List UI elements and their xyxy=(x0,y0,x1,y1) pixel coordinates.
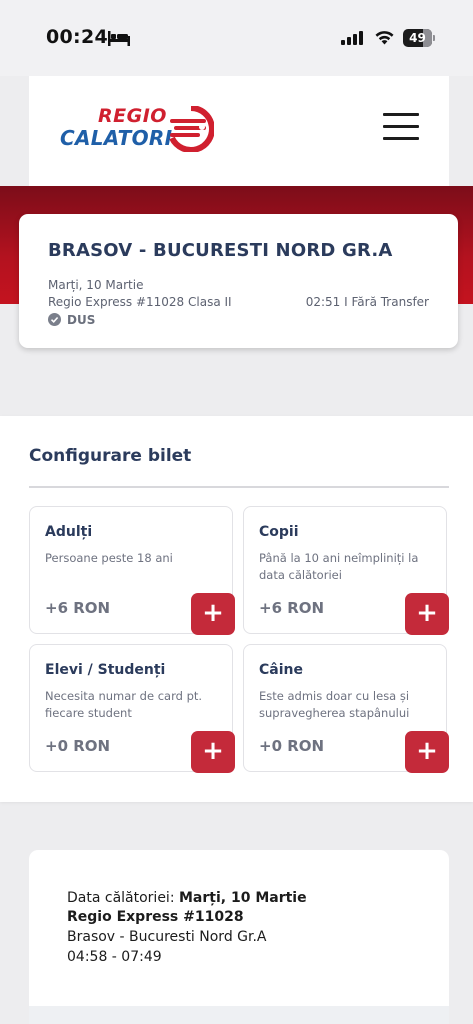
passenger-price: +0 RON xyxy=(259,737,325,755)
passenger-card-students: Elevi / Studenți Necesita numar de card … xyxy=(29,644,235,773)
trip-summary-card: Data călătoriei: Marți, 10 Martie Regio … xyxy=(29,850,449,1024)
logo-text-top: REGIO xyxy=(98,105,167,127)
battery-level: 49 xyxy=(409,31,426,45)
passenger-type-desc: Până la 10 ani neîmpliniți la data călăt… xyxy=(259,551,419,582)
hamburger-menu-button[interactable] xyxy=(383,113,419,141)
summary-train: Regio Express #11028 xyxy=(67,909,244,925)
route-date: Marți, 10 Martie xyxy=(48,278,144,292)
passenger-type-desc: Persoane peste 18 ani xyxy=(45,551,173,565)
passenger-type-title: Elevi / Studenți xyxy=(45,662,166,678)
add-adult-button[interactable]: + xyxy=(191,593,235,635)
direction-label: DUS xyxy=(67,313,96,327)
passenger-card-adults: Adulți Persoane peste 18 ani +6 RON + xyxy=(29,506,235,635)
wifi-icon xyxy=(375,31,394,45)
divider xyxy=(29,486,449,488)
regio-calatori-logo[interactable]: REGIO CALATORI xyxy=(60,104,215,156)
passenger-card-children: Copii Până la 10 ani neîmpliniți la data… xyxy=(243,506,449,635)
passenger-type-desc: Necesita numar de card pt. fiecare stude… xyxy=(45,689,203,720)
passenger-price: +6 RON xyxy=(259,599,325,617)
battery-cap xyxy=(433,35,435,41)
route-title: BRASOV - BUCURESTI NORD GR.A xyxy=(48,240,393,261)
add-child-button[interactable]: + xyxy=(405,593,449,635)
add-student-button[interactable]: + xyxy=(191,731,235,773)
summary-footer xyxy=(29,1006,449,1024)
menu-bar-icon xyxy=(383,125,419,128)
summary-time: 04:58 - 07:49 xyxy=(67,949,162,965)
summary-route: Brasov - Bucuresti Nord Gr.A xyxy=(67,929,267,945)
status-bar: 00:24 49 xyxy=(0,0,473,76)
ticket-config-section: Configurare bilet Adulți Persoane peste … xyxy=(0,416,473,802)
passenger-price: +0 RON xyxy=(45,737,111,755)
passenger-type-title: Câine xyxy=(259,662,303,678)
route-summary-card: BRASOV - BUCURESTI NORD GR.A Marți, 10 M… xyxy=(19,214,458,348)
passenger-type-title: Copii xyxy=(259,524,299,540)
battery-indicator: 49 xyxy=(403,29,432,47)
app-header: REGIO CALATORI xyxy=(29,76,449,186)
passenger-type-desc: Este admis doar cu lesa și supravegherea… xyxy=(259,689,410,720)
travel-date-label: Data călătoriei: xyxy=(67,890,179,906)
cellular-signal-icon xyxy=(341,31,363,45)
add-dog-button[interactable]: + xyxy=(405,731,449,773)
section-title: Configurare bilet xyxy=(29,446,192,466)
passenger-card-dog: Câine Este admis doar cu lesa și suprave… xyxy=(243,644,449,773)
route-train-info: Regio Express #11028 Clasa II xyxy=(48,295,232,309)
route-direction: DUS xyxy=(48,313,95,327)
travel-date-value: Marți, 10 Martie xyxy=(179,890,307,906)
passenger-price: +6 RON xyxy=(45,599,111,617)
sleep-focus-icon xyxy=(108,31,130,46)
check-circle-icon xyxy=(48,313,61,326)
menu-bar-icon xyxy=(383,137,419,140)
logo-train-mark-icon xyxy=(169,106,214,152)
logo-text-bottom: CALATORI xyxy=(60,126,173,150)
route-duration: 02:51 I Fără Transfer xyxy=(305,295,429,309)
passenger-type-title: Adulți xyxy=(45,524,93,540)
menu-bar-icon xyxy=(383,113,419,116)
travel-date-line: Data călătoriei: Marți, 10 Martie xyxy=(67,890,307,906)
status-time: 00:24 xyxy=(46,26,108,48)
